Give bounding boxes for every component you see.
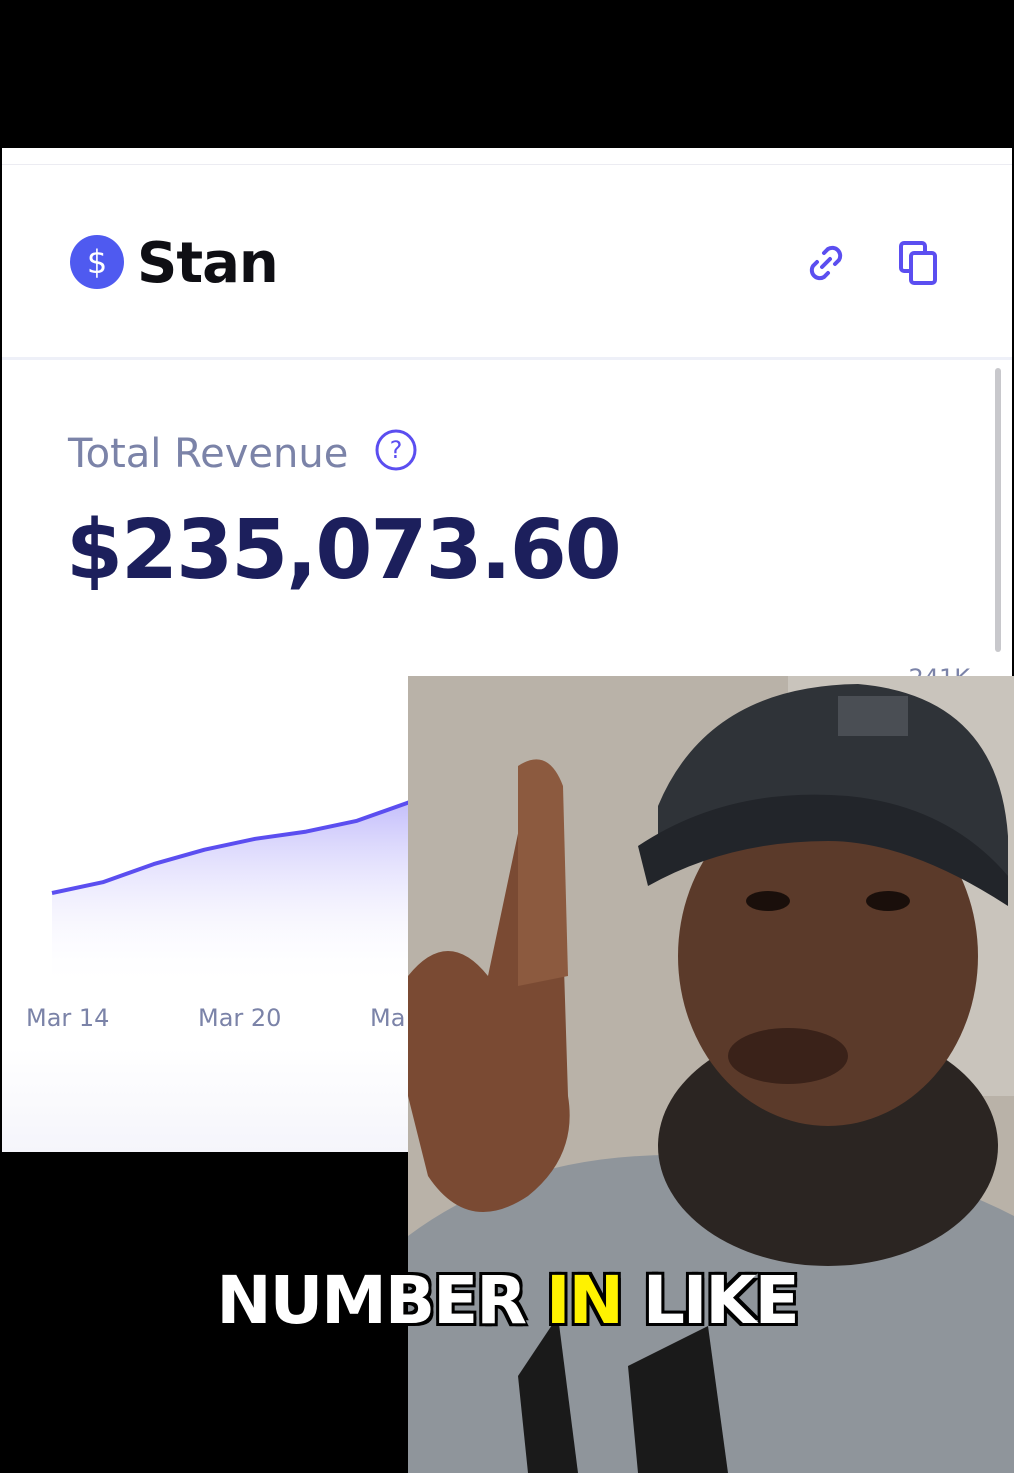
link-icon[interactable] bbox=[802, 239, 850, 287]
svg-text:?: ? bbox=[390, 436, 403, 464]
x-tick-label: Mar 20 bbox=[198, 1004, 281, 1032]
presenter-overlay bbox=[408, 676, 1014, 1473]
total-revenue-label: Total Revenue bbox=[68, 431, 349, 477]
copy-icon[interactable] bbox=[895, 239, 943, 287]
x-tick-label: Ma bbox=[370, 1004, 405, 1032]
scrollbar[interactable] bbox=[995, 368, 1001, 652]
caption-word-2-highlight: IN bbox=[546, 1262, 624, 1339]
video-letterbox-top bbox=[0, 0, 1014, 148]
app-header: $ Stan bbox=[2, 165, 1012, 360]
total-revenue-value: $235,073.60 bbox=[66, 503, 622, 598]
caption-word-3: LIKE bbox=[642, 1262, 800, 1339]
app-title: Stan bbox=[137, 231, 279, 296]
x-tick-label: Mar 14 bbox=[26, 1004, 109, 1032]
video-caption: NUMBER IN LIKE bbox=[0, 1262, 1014, 1339]
dollar-logo-icon: $ bbox=[70, 235, 124, 289]
caption-word-1: NUMBER bbox=[216, 1262, 527, 1339]
question-icon[interactable]: ? bbox=[374, 428, 418, 472]
